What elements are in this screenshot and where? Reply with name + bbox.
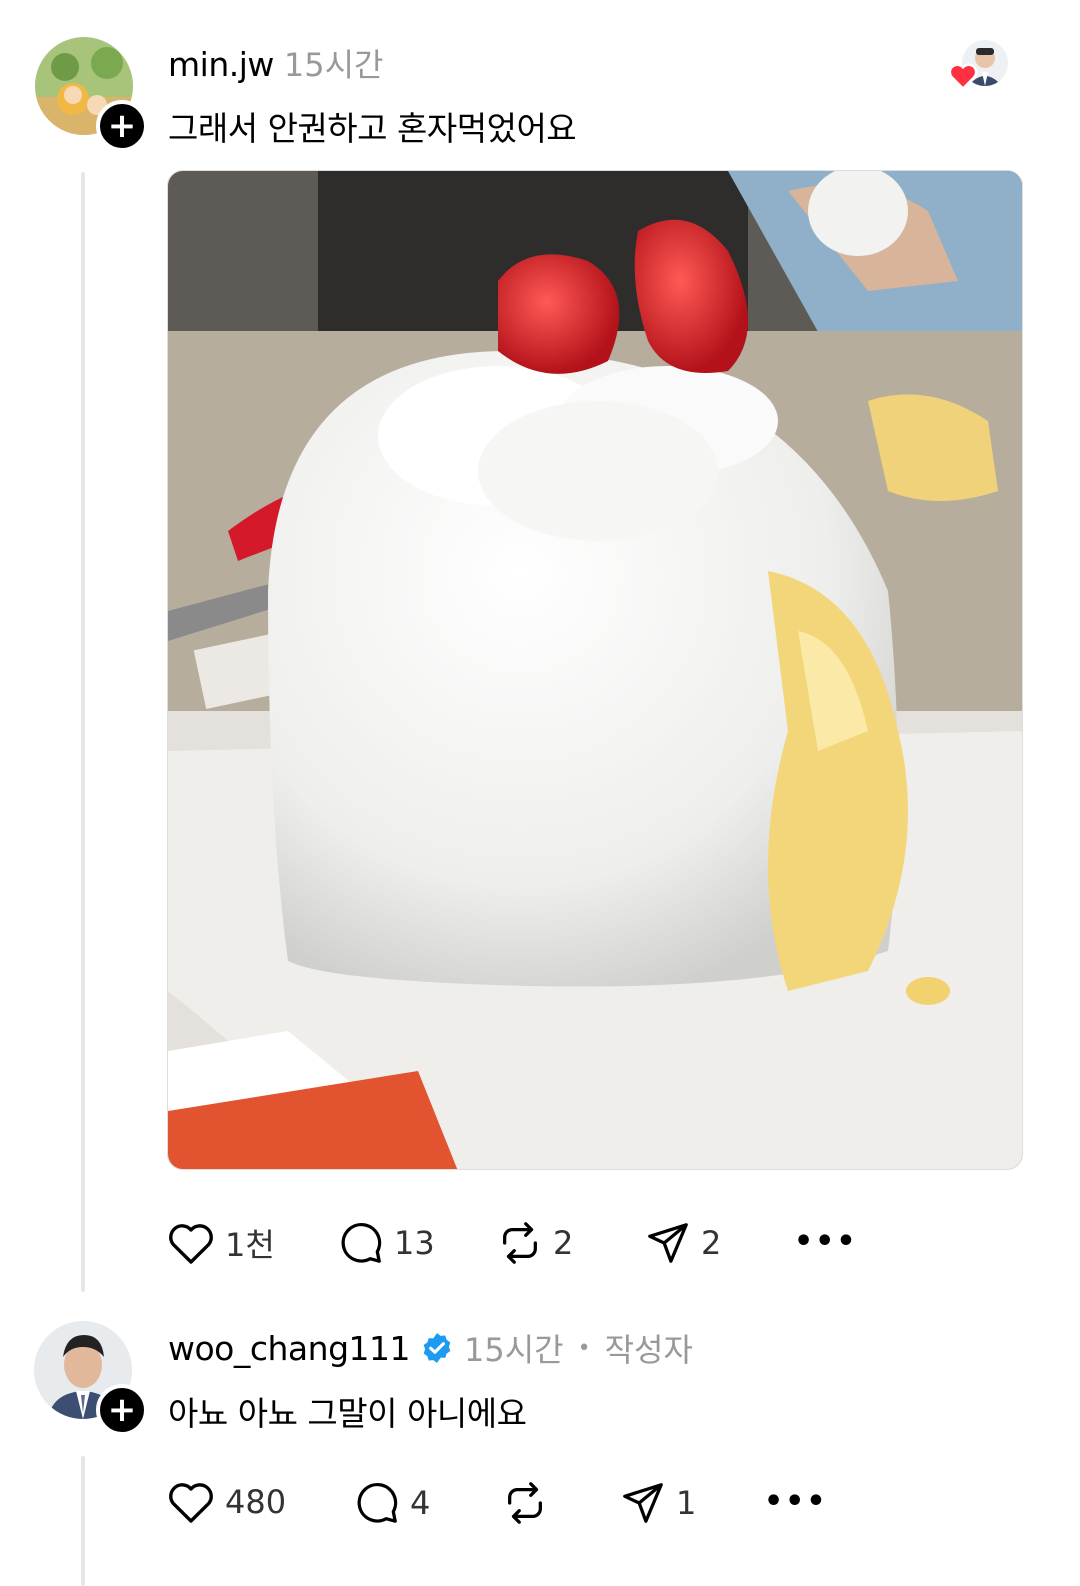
- reply-share-button[interactable]: 1: [620, 1480, 696, 1526]
- reply-like-button[interactable]: 480: [167, 1480, 286, 1524]
- reply-thread-line: [81, 1456, 85, 1586]
- reply-more-icon[interactable]: •••: [764, 1487, 828, 1517]
- share-button[interactable]: 2: [645, 1220, 721, 1266]
- like-count: 1천: [225, 1226, 275, 1264]
- post-image[interactable]: [167, 170, 1023, 1170]
- reply-like-count: 480: [225, 1483, 287, 1521]
- heart-icon: [169, 1483, 213, 1523]
- repost-count: 2: [553, 1224, 574, 1262]
- reply-text: 아뇨 아뇨 그말이 아니에요: [168, 1394, 527, 1433]
- post-time: 15시간: [283, 46, 384, 84]
- more-icon[interactable]: •••: [794, 1227, 858, 1257]
- comment-icon: [341, 1222, 382, 1263]
- reply-repost-button[interactable]: [502, 1480, 548, 1526]
- like-button[interactable]: 1천: [167, 1220, 275, 1266]
- comment-icon: [357, 1482, 398, 1523]
- separator-dot: •: [577, 1335, 591, 1361]
- share-count: 2: [701, 1224, 722, 1262]
- heart-badge-icon: [948, 63, 978, 90]
- repost-button[interactable]: 2: [497, 1220, 573, 1266]
- reply-comment-button[interactable]: 4: [354, 1480, 430, 1526]
- cake-photo: [168, 171, 1022, 1169]
- liked-by-avatar[interactable]: [948, 38, 1012, 92]
- author-badge: 작성자: [604, 1331, 693, 1369]
- repost-icon: [508, 1482, 542, 1524]
- thread-line: [81, 172, 85, 1292]
- send-icon: [623, 1483, 663, 1523]
- reply-username[interactable]: woo_chang111: [168, 1329, 411, 1368]
- comment-button[interactable]: 13: [338, 1220, 435, 1266]
- heart-icon: [169, 1224, 213, 1264]
- follow-plus-icon[interactable]: +: [96, 100, 148, 152]
- post-username[interactable]: min.jw: [168, 45, 274, 84]
- reply-comment-count: 4: [410, 1484, 431, 1522]
- repost-icon: [503, 1222, 537, 1264]
- reply-time: 15시간: [464, 1331, 564, 1369]
- reply-follow-plus-icon[interactable]: +: [96, 1384, 148, 1436]
- send-icon: [648, 1223, 688, 1263]
- verified-icon: [423, 1333, 451, 1363]
- comment-count: 13: [394, 1224, 435, 1262]
- reply-share-count: 1: [676, 1484, 697, 1522]
- post-text: 그래서 안권하고 혼자먹었어요: [168, 109, 577, 148]
